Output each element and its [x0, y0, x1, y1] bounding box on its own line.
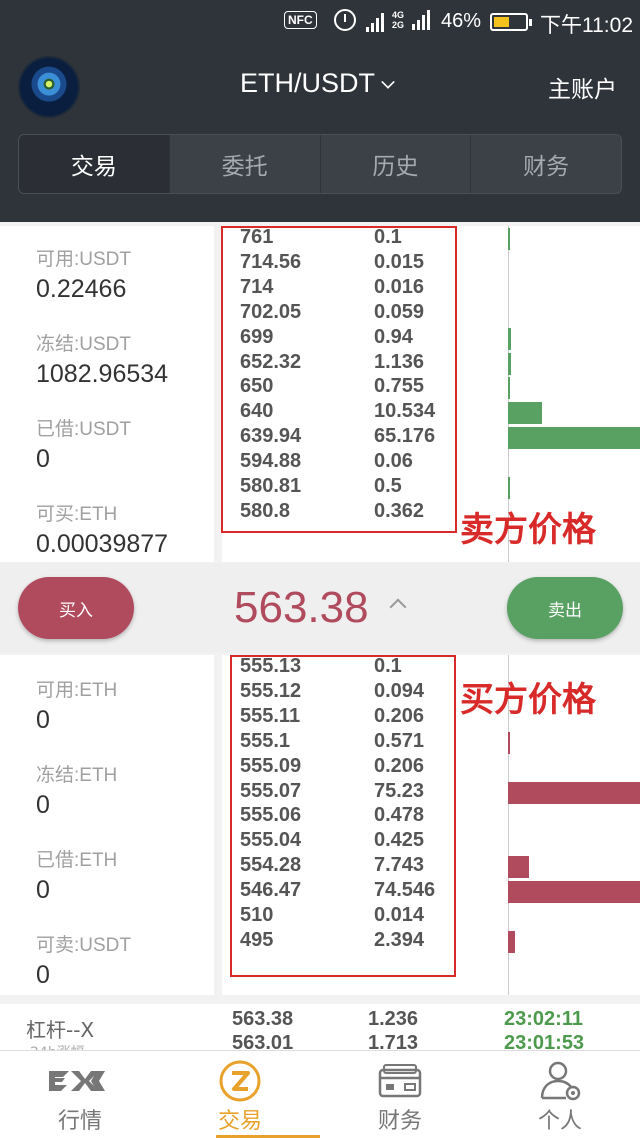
nfc-indicator: NFC [284, 11, 317, 29]
trade-price: 563.38 [232, 1008, 294, 1030]
sell-price-annotation: 卖方价格 [460, 510, 596, 550]
balance-label: 冻结:ETH [36, 765, 118, 786]
battery-percent: 46% [441, 10, 482, 32]
clock: 下午11:02 [540, 14, 633, 37]
price-ticker: 买入 563.38 卖出 [0, 563, 640, 653]
pair-selector[interactable]: ETH/USDT [240, 68, 375, 99]
balance-item: 冻结:USDT 1082.96534 [36, 329, 168, 389]
balance-item: 可用:ETH 0 [36, 675, 117, 735]
recent-trades: 杠杆--X 24h涨幅 563.38 1.236 23:02:11 563.01… [0, 1004, 640, 1052]
balance-value: 0 [36, 791, 50, 819]
trade-time: 23:01:53 [504, 1032, 585, 1052]
balance-panel-usdt: 可用:USDT 0.22466 冻结:USDT 1082.96534 已借:US… [0, 226, 214, 562]
tab-history[interactable]: 历史 [319, 135, 471, 193]
nav-label: 行情 [57, 1109, 102, 1134]
chevron-up-icon [389, 598, 407, 616]
app-header: ETH/USDT 主账户 交易 委托 历史 财务 [0, 44, 640, 222]
nav-trade[interactable]: 交易 [160, 1051, 320, 1138]
balance-item: 已借:ETH 0 [36, 845, 117, 905]
battery-icon [490, 13, 532, 31]
buy-price-annotation: 买方价格 [460, 680, 596, 720]
trade-amount: 1.713 [368, 1032, 419, 1052]
signal-strength-2-icon [412, 10, 430, 30]
status-bar: NFC 4G 2G 46% 下午11:02 [0, 0, 640, 44]
nav-label: 个人 [537, 1109, 582, 1134]
sell-button[interactable]: 卖出 [507, 577, 623, 639]
balance-panel-eth: 可用:ETH 0 冻结:ETH 0 已借:ETH 0 可卖:USDT 0 [0, 655, 214, 995]
trade-z-icon [218, 1060, 262, 1102]
balance-label: 冻结:USDT [36, 334, 132, 355]
buy-annotation-box [230, 655, 456, 977]
nav-finance[interactable]: 财务 [320, 1051, 480, 1138]
depth-bar [508, 731, 510, 754]
balance-item: 可买:ETH 0.00039877 [36, 499, 168, 559]
balance-label: 可买:ETH [36, 504, 118, 525]
alarm-icon [334, 9, 356, 31]
depth-bar [508, 477, 510, 499]
depth-bar [508, 427, 640, 450]
balance-value: 0.00039877 [36, 530, 169, 558]
trade-time: 23:02:11 [504, 1008, 583, 1030]
buy-button[interactable]: 买入 [18, 577, 134, 639]
balance-label: 可用:USDT [36, 249, 132, 270]
balance-item: 可卖:USDT 0 [36, 930, 131, 990]
depth-bar [508, 228, 510, 250]
signal-strength-icon [366, 12, 384, 32]
nav-label: 交易 [217, 1109, 262, 1134]
depth-bar [508, 930, 515, 953]
network-type: 4G 2G [392, 10, 405, 30]
balance-value: 0 [36, 961, 50, 989]
nav-market[interactable]: 行情 [0, 1051, 160, 1138]
chevron-down-icon[interactable] [381, 75, 395, 89]
balance-value: 0.22466 [36, 275, 127, 303]
balance-label: 已借:ETH [36, 850, 118, 871]
depth-bar [508, 781, 640, 804]
exx-logo-icon [45, 1061, 115, 1101]
tab-finance[interactable]: 财务 [470, 135, 621, 193]
balance-value: 0 [36, 706, 50, 734]
nav-profile[interactable]: 个人 [480, 1051, 640, 1138]
depth-bar [508, 881, 640, 904]
depth-bar [508, 402, 542, 425]
depth-bar [508, 856, 529, 879]
balance-item: 冻结:ETH 0 [36, 760, 117, 820]
user-gear-icon [538, 1061, 582, 1101]
tab-orders[interactable]: 委托 [168, 135, 320, 193]
depth-bar [508, 377, 510, 400]
wallet-card-icon [377, 1061, 423, 1101]
tab-trade[interactable]: 交易 [19, 135, 169, 193]
balance-label: 可卖:USDT [36, 935, 132, 956]
sell-annotation-box [221, 226, 457, 533]
balance-value: 0 [36, 445, 50, 473]
balance-label: 可用:ETH [36, 680, 118, 701]
trade-price: 563.01 [232, 1032, 294, 1052]
bottom-nav: 行情 交易 财务 个人 [0, 1050, 640, 1138]
depth-bar [508, 352, 511, 375]
balance-item: 已借:USDT 0 [36, 414, 131, 474]
avatar[interactable] [18, 56, 80, 118]
tab-bar: 交易 委托 历史 财务 [18, 134, 622, 194]
trades-label: 杠杆--X [26, 1018, 95, 1042]
balance-label: 已借:USDT [36, 419, 132, 440]
balance-item: 可用:USDT 0.22466 [36, 244, 131, 304]
trade-amount: 1.236 [368, 1008, 419, 1030]
last-price: 563.38 [234, 583, 369, 632]
account-selector[interactable]: 主账户 [548, 70, 617, 104]
nav-label: 财务 [377, 1109, 422, 1134]
balance-value: 0 [36, 876, 50, 904]
depth-bar [508, 327, 511, 350]
balance-value: 1082.96534 [36, 360, 169, 388]
